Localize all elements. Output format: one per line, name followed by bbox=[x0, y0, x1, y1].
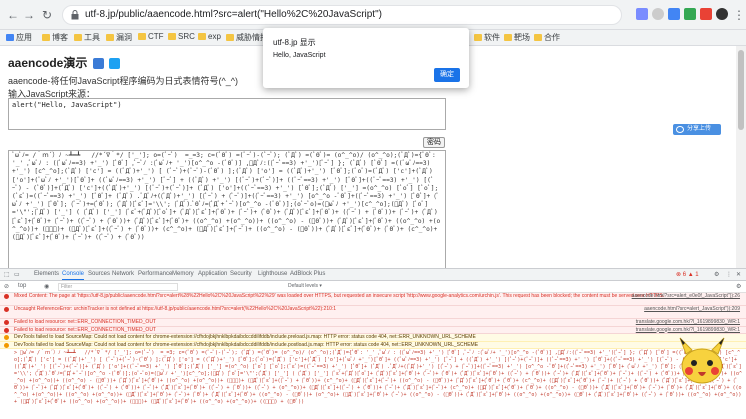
bookmark-folder[interactable]: 博客 bbox=[42, 32, 68, 43]
inspect-icon[interactable]: ⬚ bbox=[4, 271, 10, 278]
page-title: aaencode演示 bbox=[8, 54, 121, 71]
dialog-title: utf-8.jp 显示 bbox=[273, 38, 316, 47]
devtools-tabs: ⬚ ▭ Elements Console Sources Network Per… bbox=[0, 269, 746, 281]
error-icon bbox=[4, 307, 9, 312]
error-icon bbox=[4, 320, 9, 325]
extension-icon[interactable] bbox=[636, 8, 648, 20]
tab-security[interactable]: Security bbox=[230, 271, 252, 277]
clear-console-icon[interactable]: ⊘ bbox=[4, 283, 9, 290]
error-icon bbox=[4, 294, 9, 299]
context-select[interactable]: top bbox=[18, 283, 26, 289]
address-bar[interactable]: utf-8.jp/public/aaencode.html?src=alert(… bbox=[62, 5, 622, 25]
warning-icon bbox=[4, 335, 9, 340]
page-scrollbar-thumb[interactable] bbox=[738, 50, 744, 130]
console-message: Mixed Content: The page at 'https://utf-… bbox=[0, 293, 746, 306]
bookmark-folder[interactable]: 软件 bbox=[474, 32, 500, 43]
tab-performance[interactable]: Performance bbox=[138, 271, 172, 277]
log-levels-select[interactable]: Default levels ▾ bbox=[288, 283, 322, 289]
bookmark-folder[interactable]: 漏洞 bbox=[106, 32, 132, 43]
facebook-icon[interactable] bbox=[92, 58, 104, 70]
bookmark-folder[interactable]: CTF bbox=[138, 32, 164, 41]
console-message: Failed to load resource: net::ERR_CONNEC… bbox=[0, 326, 746, 334]
console-settings-icon[interactable]: ⚙ bbox=[736, 283, 741, 290]
encoded-text: ﾟωﾟﾉ= /｀ｍ´）ﾉ ~┻━┻ //*´∇｀*/ ['_']; o=(ﾟｰﾟ… bbox=[12, 152, 441, 242]
twitter-icon[interactable] bbox=[109, 58, 121, 70]
settings-icon[interactable]: ⚙ bbox=[714, 271, 719, 278]
console-message: Uncaught ReferenceError: urchinTracker i… bbox=[0, 306, 746, 319]
close-icon[interactable]: ✕ bbox=[736, 271, 741, 278]
bookmark-folder[interactable]: exp bbox=[198, 32, 221, 41]
page-description: aaencode-将任何JavaScript程序编码为日式表情符号(^_^) bbox=[8, 76, 238, 86]
tab-network[interactable]: Network bbox=[112, 271, 134, 277]
message-source-link[interactable]: translate.google.com.hk/?l_1619899830_WR… bbox=[636, 327, 740, 334]
tab-application[interactable]: Application bbox=[198, 271, 227, 277]
extension-icon[interactable] bbox=[684, 8, 696, 20]
back-icon[interactable]: ← bbox=[6, 8, 20, 22]
tab-adblock[interactable]: AdBlock Plus bbox=[290, 271, 325, 277]
profile-icon[interactable] bbox=[716, 8, 728, 20]
ok-button[interactable]: 确定 bbox=[434, 68, 460, 82]
console-input-echo: > ﾟωﾟﾉ= /｀ｍ´）ﾉ ~┻━┻ //*´∇｀*/ ['_']; o=(ﾟ… bbox=[14, 350, 743, 405]
tab-memory[interactable]: Memory bbox=[172, 271, 194, 277]
browser-toolbar: ← → ↻ utf-8.jp/public/aaencode.html?src=… bbox=[0, 0, 746, 30]
source-textarea[interactable]: alert("Hello, JavaScript") bbox=[8, 98, 446, 130]
more-icon[interactable]: ⋮ bbox=[726, 271, 732, 278]
console-toolbar: ⊘ top ◉ Filter Default levels ▾ ⚙ bbox=[0, 281, 746, 293]
menu-icon[interactable]: ⋮ bbox=[732, 8, 746, 22]
eye-icon[interactable]: ◉ bbox=[44, 283, 49, 290]
bookmark-folder[interactable]: 合作 bbox=[534, 32, 560, 43]
share-icon bbox=[676, 126, 684, 133]
console-message: DevTools failed to load SourceMap: Could… bbox=[0, 341, 746, 349]
forward-icon[interactable]: → bbox=[22, 8, 36, 22]
tab-elements[interactable]: Elements bbox=[34, 271, 59, 277]
share-button[interactable]: 分享上传 bbox=[673, 124, 721, 135]
bookmark-folder[interactable]: SRC bbox=[168, 32, 195, 41]
url-text[interactable]: utf-8.jp/public/aaencode.html?src=alert(… bbox=[85, 9, 382, 20]
star-icon[interactable] bbox=[652, 8, 664, 20]
dialog-message: Hello, JavaScript bbox=[273, 52, 326, 59]
bookmark-folder[interactable]: 靶场 bbox=[504, 32, 530, 43]
tab-sources[interactable]: Sources bbox=[88, 271, 110, 277]
encode-button[interactable]: 密码 bbox=[423, 137, 445, 148]
reload-icon[interactable]: ↻ bbox=[40, 8, 54, 22]
extension-icon[interactable] bbox=[668, 8, 680, 20]
message-source-link[interactable]: translate.google.com.hk/?l_1619899830_WR… bbox=[636, 319, 740, 326]
warning-icon bbox=[4, 342, 9, 348]
lock-icon bbox=[71, 10, 79, 20]
tab-console[interactable]: Console bbox=[62, 271, 85, 280]
console-message: DevTools failed to load SourceMap: Could… bbox=[0, 334, 746, 342]
error-count-badge[interactable]: ⊗ 6 ▲ 1 bbox=[676, 271, 699, 278]
console-messages: Mixed Content: The page at 'https://utf-… bbox=[0, 293, 746, 419]
alert-dialog: utf-8.jp 显示 Hello, JavaScript 确定 bbox=[263, 28, 469, 88]
tab-lighthouse[interactable]: Lighthouse bbox=[258, 271, 287, 277]
encoded-output[interactable]: ﾟωﾟﾉ= /｀ｍ´）ﾉ ~┻━┻ //*´∇｀*/ ['_']; o=(ﾟｰﾟ… bbox=[8, 150, 446, 270]
bookmark-folder[interactable]: 威胁情报 bbox=[226, 32, 268, 43]
console-filter-input[interactable]: Filter bbox=[58, 283, 178, 291]
devtools-panel: ⬚ ▭ Elements Console Sources Network Per… bbox=[0, 268, 746, 418]
error-icon bbox=[4, 327, 9, 333]
message-source-link[interactable]: aaencode.html?src=alert_e0e0f_JavaScript… bbox=[632, 293, 740, 300]
message-source-link[interactable]: aaencode.html?src=alert_JavaScript")):20… bbox=[644, 306, 740, 313]
device-toggle-icon[interactable]: ▭ bbox=[14, 271, 20, 278]
bookmark-folder[interactable]: 工具 bbox=[74, 32, 100, 43]
bookmark-apps[interactable]: 应用 bbox=[6, 32, 32, 43]
console-message: Failed to load resource: net::ERR_CONNEC… bbox=[0, 319, 746, 327]
extension-icon[interactable] bbox=[700, 8, 712, 20]
pikachu-sticker-icon bbox=[679, 337, 725, 384]
